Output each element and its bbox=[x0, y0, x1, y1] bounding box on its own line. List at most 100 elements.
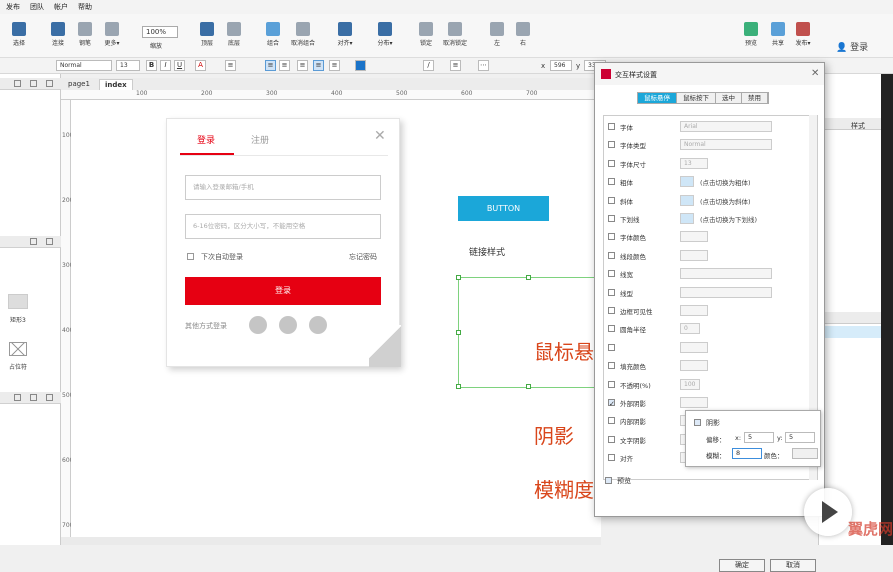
line-width-button[interactable]: ≡ bbox=[450, 60, 461, 71]
valign-bottom-button[interactable]: ≡ bbox=[329, 60, 340, 71]
group-button[interactable]: 组合 bbox=[256, 18, 290, 47]
list-button[interactable]: ≡ bbox=[225, 60, 236, 71]
property-checkbox[interactable] bbox=[608, 159, 615, 167]
property-checkbox[interactable] bbox=[608, 233, 615, 241]
property-checkbox[interactable] bbox=[608, 288, 615, 296]
canvas-button[interactable]: BUTTON bbox=[458, 196, 549, 221]
close-icon[interactable]: ✕ bbox=[811, 68, 819, 79]
property-checkbox[interactable] bbox=[608, 380, 615, 388]
property-checkbox[interactable] bbox=[608, 270, 615, 278]
shadow-color-picker[interactable] bbox=[792, 448, 818, 459]
property-checkbox[interactable] bbox=[608, 196, 615, 204]
wechat-icon[interactable] bbox=[279, 316, 297, 334]
underline-button[interactable]: U bbox=[174, 60, 185, 71]
close-icon[interactable]: ✕ bbox=[374, 128, 386, 144]
password-field[interactable]: 6-16位密码，区分大小写，不能用空格 bbox=[185, 214, 381, 239]
link-style-text[interactable]: 链接样式 bbox=[469, 245, 505, 258]
align-button[interactable]: 对齐▾ bbox=[328, 18, 362, 47]
property-control[interactable] bbox=[680, 268, 772, 280]
tab-mousedown[interactable]: 鼠标按下 bbox=[677, 93, 716, 103]
shadow-checkbox[interactable] bbox=[694, 419, 701, 426]
tab-hover[interactable]: 鼠标悬停 bbox=[638, 93, 677, 103]
tab-register[interactable]: 注册 bbox=[251, 133, 269, 146]
distribute-button[interactable]: 分布▾ bbox=[368, 18, 402, 47]
offset-x-input[interactable]: 5 bbox=[744, 432, 774, 443]
property-control[interactable]: 100 bbox=[680, 378, 700, 390]
placeholder-widget-icon[interactable] bbox=[9, 342, 27, 356]
property-checkbox[interactable] bbox=[608, 454, 615, 462]
resize-handle[interactable] bbox=[456, 384, 461, 389]
toggle-swatch[interactable] bbox=[680, 194, 694, 206]
property-control[interactable] bbox=[680, 360, 708, 372]
login-link[interactable]: 👤 登录 bbox=[836, 40, 868, 53]
italic-button[interactable]: I bbox=[160, 60, 171, 71]
menu-account[interactable]: 帐户 bbox=[54, 2, 68, 12]
weibo-icon[interactable] bbox=[309, 316, 327, 334]
blur-input[interactable]: 8 bbox=[732, 448, 762, 459]
tab-disabled[interactable]: 禁用 bbox=[742, 93, 768, 103]
ok-button[interactable]: 确定 bbox=[719, 559, 765, 572]
property-control[interactable]: Normal bbox=[680, 139, 772, 151]
remember-checkbox[interactable] bbox=[187, 253, 194, 260]
property-control[interactable] bbox=[680, 397, 708, 408]
property-checkbox[interactable] bbox=[608, 251, 615, 259]
property-checkbox[interactable] bbox=[608, 417, 615, 425]
menu-team[interactable]: 团队 bbox=[30, 2, 44, 12]
property-checkbox[interactable] bbox=[608, 307, 615, 314]
tab-selected[interactable]: 选中 bbox=[716, 93, 742, 103]
tab-index[interactable]: index bbox=[99, 79, 133, 90]
publish-button[interactable]: 发布▾ bbox=[786, 18, 820, 47]
login-submit-button[interactable]: 登录 bbox=[185, 277, 381, 305]
property-checkbox[interactable] bbox=[608, 325, 615, 333]
property-control[interactable]: 13 bbox=[680, 157, 708, 169]
toggle-swatch[interactable] bbox=[680, 176, 694, 188]
tab-page1[interactable]: page1 bbox=[63, 79, 95, 90]
property-control[interactable] bbox=[680, 249, 708, 261]
resize-handle[interactable] bbox=[526, 275, 531, 280]
font-size-select[interactable]: 13 bbox=[116, 60, 140, 71]
x-input[interactable]: 596 bbox=[550, 60, 572, 71]
align-right-button[interactable]: ≡ bbox=[297, 60, 308, 71]
align-center-button[interactable]: ≡ bbox=[279, 60, 290, 71]
forgot-password-link[interactable]: 忘记密码 bbox=[349, 252, 377, 262]
rectangle-widget-icon[interactable] bbox=[8, 294, 28, 309]
resize-handle[interactable] bbox=[456, 330, 461, 335]
right-button[interactable]: 右 bbox=[506, 18, 540, 47]
bold-button[interactable]: B bbox=[146, 60, 157, 71]
menu-help[interactable]: 帮助 bbox=[78, 2, 92, 12]
send-back-button[interactable]: 底层 bbox=[217, 18, 251, 47]
property-checkbox[interactable] bbox=[608, 123, 615, 130]
tab-style[interactable]: 样式 bbox=[851, 121, 865, 131]
qr-code-icon[interactable] bbox=[369, 325, 401, 367]
tab-login[interactable]: 登录 bbox=[197, 133, 215, 146]
line-style-button[interactable]: ⋯ bbox=[478, 60, 489, 71]
property-control[interactable] bbox=[680, 305, 708, 316]
selected-rectangle[interactable] bbox=[456, 275, 598, 389]
zoom-select[interactable]: 100% bbox=[142, 26, 178, 38]
resize-handle[interactable] bbox=[456, 275, 461, 280]
property-checkbox[interactable] bbox=[608, 435, 615, 443]
menu-publish[interactable]: 发布 bbox=[6, 2, 20, 12]
property-checkbox[interactable] bbox=[608, 362, 615, 370]
property-checkbox[interactable] bbox=[608, 141, 615, 149]
unlock-button[interactable]: 取消锁定 bbox=[438, 18, 472, 47]
resize-handle[interactable] bbox=[526, 384, 531, 389]
property-control[interactable]: Arial bbox=[680, 121, 772, 132]
video-play-button[interactable] bbox=[804, 488, 852, 536]
property-checkbox[interactable]: ✓ bbox=[608, 399, 615, 408]
font-color-button[interactable]: A bbox=[195, 60, 206, 71]
offset-y-input[interactable]: 5 bbox=[785, 432, 815, 443]
property-control[interactable] bbox=[680, 341, 708, 353]
toggle-swatch[interactable] bbox=[680, 213, 694, 224]
horizontal-scrollbar[interactable] bbox=[61, 537, 601, 545]
property-control[interactable]: 0 bbox=[680, 323, 700, 335]
fill-color-button[interactable] bbox=[355, 60, 366, 71]
property-checkbox[interactable] bbox=[608, 343, 615, 351]
property-control[interactable] bbox=[680, 286, 772, 298]
property-checkbox[interactable] bbox=[608, 215, 615, 222]
valign-middle-button[interactable]: ≡ bbox=[313, 60, 324, 71]
property-checkbox[interactable] bbox=[608, 178, 615, 186]
align-left-button[interactable]: ≡ bbox=[265, 60, 276, 71]
ungroup-button[interactable]: 取消组合 bbox=[286, 18, 320, 47]
style-select[interactable]: Normal bbox=[56, 60, 112, 71]
